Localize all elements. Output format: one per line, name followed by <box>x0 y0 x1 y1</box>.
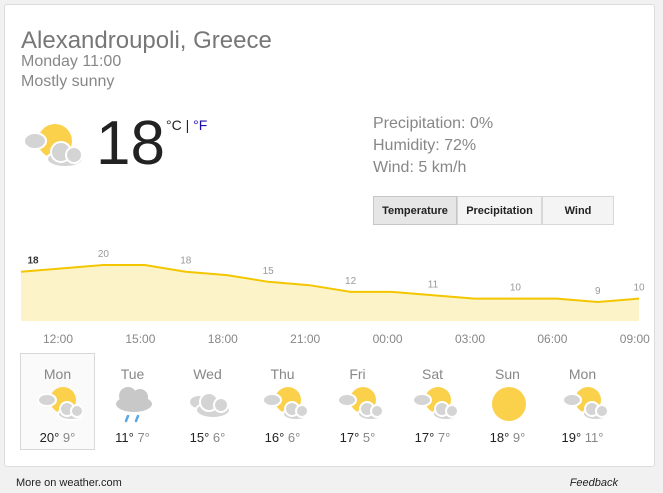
chart-area-fill <box>21 265 639 321</box>
low-temp: 6° <box>212 430 226 445</box>
sun-icon <box>492 387 526 421</box>
partly-sunny-icon <box>37 387 83 421</box>
day-temperatures: 17° 7° <box>396 430 469 445</box>
high-temp: 20° <box>39 430 60 445</box>
unit-separator: | <box>185 117 190 133</box>
day-forecast-3[interactable]: Thu 16° 6° <box>245 353 320 450</box>
low-temp: 5° <box>362 430 376 445</box>
day-temperatures: 19° 11° <box>546 430 619 445</box>
daily-forecast: Mon 20° 9° Tue 11° 7° Wed 15° 6° Thu 16° 6° Fri 1… <box>20 353 620 450</box>
chart-point-label: 9 <box>595 286 601 297</box>
partly-sunny-icon <box>562 387 608 421</box>
high-temp: 19° <box>561 430 582 445</box>
low-temp: 7° <box>437 430 451 445</box>
date-time: Monday 11:00 <box>21 53 122 70</box>
weather-card: Alexandroupoli, Greece Monday 11:00 Most… <box>4 4 655 467</box>
chart-point-label: 10 <box>633 283 645 294</box>
chart-tick-label: 15:00 <box>125 332 155 346</box>
low-temp: 6° <box>287 430 301 445</box>
chart-point-label: 18 <box>27 256 39 267</box>
high-temp: 11° <box>115 430 134 445</box>
chart-point-label: 15 <box>263 266 275 277</box>
rain-icon <box>116 387 152 423</box>
chart-tabs: Temperature Precipitation Wind <box>373 196 614 225</box>
chart-tick-labels: 12:00 15:00 18:00 21:00 00:00 03:00 06:00 09:00 <box>43 332 650 346</box>
low-temp: 7° <box>137 430 150 445</box>
chart-tick-label: 21:00 <box>290 332 320 346</box>
humidity-value: Humidity: 72% <box>373 137 477 154</box>
day-temperatures: 20° 9° <box>21 430 94 445</box>
unit-fahrenheit[interactable]: °F <box>193 117 207 133</box>
cloud-icon <box>188 392 231 419</box>
day-name: Mon <box>43 366 72 382</box>
day-name: Thu <box>270 366 295 382</box>
chart-point-label: 18 <box>180 256 192 267</box>
high-temp: 17° <box>414 430 435 445</box>
high-temp: 17° <box>339 430 360 445</box>
day-temperatures: 17° 5° <box>321 430 394 445</box>
location-title: Alexandroupoli, Greece <box>21 27 272 54</box>
chart-tick-label: 03:00 <box>455 332 485 346</box>
low-temp: 9° <box>62 430 76 445</box>
day-forecast-7[interactable]: Mon 19° 11° <box>545 353 620 450</box>
partly-sunny-icon <box>337 387 383 421</box>
chart-point-label: 20 <box>98 249 110 260</box>
chart-point-label: 11 <box>428 279 439 290</box>
high-temp: 16° <box>264 430 285 445</box>
precipitation-value: Precipitation: 0% <box>373 115 494 132</box>
day-forecast-5[interactable]: Sat 17° 7° <box>395 353 470 450</box>
feedback-link[interactable]: Feedback <box>570 477 618 489</box>
unit-switcher: °C | °F <box>166 117 207 133</box>
high-temp: 18° <box>489 430 510 445</box>
partly-sunny-icon <box>412 387 458 421</box>
current-temperature: 18 <box>96 109 165 178</box>
partly-sunny-icon <box>262 387 308 421</box>
low-temp: 11° <box>584 430 604 445</box>
high-temp: 15° <box>189 430 210 445</box>
more-on-weather-link[interactable]: More on weather.com <box>16 477 122 489</box>
day-name: Sun <box>495 366 520 382</box>
chart-point-label: 12 <box>345 276 357 287</box>
weather-details: Precipitation: 0% Humidity: 72% Wind: 5 … <box>373 113 493 179</box>
day-name: Wed <box>193 366 222 382</box>
tab-precipitation[interactable]: Precipitation <box>457 196 542 225</box>
condition-text: Mostly sunny <box>21 73 115 90</box>
tab-temperature[interactable]: Temperature <box>373 196 457 225</box>
chart-tick-label: 00:00 <box>373 332 403 346</box>
day-forecast-2[interactable]: Wed 15° 6° <box>170 353 245 450</box>
day-name: Sat <box>421 366 443 382</box>
day-name: Mon <box>568 366 597 382</box>
day-forecast-0[interactable]: Mon 20° 9° <box>20 353 95 450</box>
chart-tick-label: 06:00 <box>537 332 567 346</box>
tab-wind[interactable]: Wind <box>542 196 614 225</box>
day-temperatures: 16° 6° <box>246 430 319 445</box>
chart-point-label: 10 <box>510 283 522 294</box>
chart-tick-label: 09:00 <box>620 332 650 346</box>
temperature-chart[interactable]: 18 20 18 15 12 11 10 9 10 12:00 15:00 18:00 21:00 00… <box>5 233 656 353</box>
day-temperatures: 15° 6° <box>171 430 244 445</box>
day-name: Tue <box>120 366 145 382</box>
low-temp: 9° <box>512 430 526 445</box>
day-temperatures: 11° 7° <box>96 430 169 445</box>
day-forecast-4[interactable]: Fri 17° 5° <box>320 353 395 450</box>
unit-celsius[interactable]: °C <box>166 117 182 133</box>
wind-value: Wind: 5 km/h <box>373 159 467 176</box>
day-temperatures: 18° 9° <box>471 430 544 445</box>
partly-sunny-icon <box>23 124 84 168</box>
chart-tick-label: 18:00 <box>208 332 238 346</box>
day-name: Fri <box>349 366 366 382</box>
day-forecast-1[interactable]: Tue 11° 7° <box>95 353 170 450</box>
chart-tick-label: 12:00 <box>43 332 73 346</box>
day-forecast-6[interactable]: Sun 18° 9° <box>470 353 545 450</box>
